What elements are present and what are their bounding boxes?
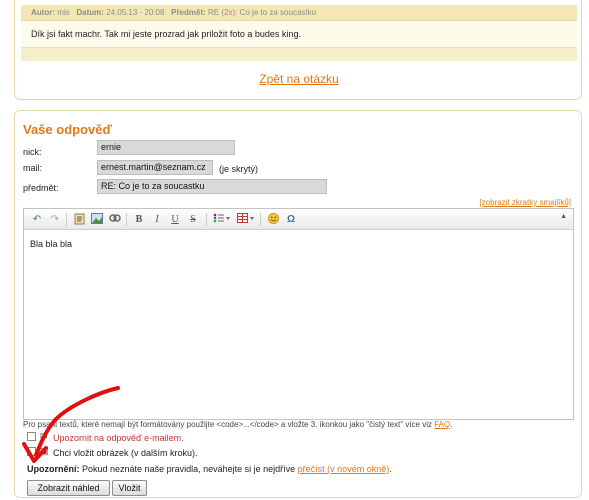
attach-image-checkbox[interactable] <box>27 447 36 456</box>
formatting-note: Pro psaní textů, které nemají být formát… <box>23 420 452 429</box>
camera-icon: ▣ <box>40 446 49 456</box>
answer-form: Vaše odpověď nick: ernie mail: ernest.ma… <box>14 110 582 498</box>
preview-button[interactable]: Zobrazit náhled <box>27 480 110 496</box>
faq-link[interactable]: FAQ <box>434 420 450 429</box>
author: mis <box>57 8 70 17</box>
message-meta: Autor: mis Datum: 24.05.13 - 20:08 Předm… <box>21 5 577 21</box>
toolbar-separator <box>206 213 207 226</box>
redo-icon[interactable]: ↷ <box>48 213 62 226</box>
italic-icon[interactable]: I <box>150 213 164 226</box>
paste-text-icon[interactable] <box>72 213 86 226</box>
link-icon[interactable] <box>108 213 122 226</box>
mail-label: mail: <box>23 163 43 173</box>
editor-toolbar: ↶ ↷ B I U S Ω ▲ <box>24 209 573 230</box>
date: 24.05.13 - 20:08 <box>106 8 165 17</box>
date-label: Datum: <box>76 8 104 17</box>
collapse-toolbar-icon[interactable]: ▲ <box>560 213 567 220</box>
subject-field-label: předmět: <box>23 183 59 193</box>
warning-text: Pokud neznáte naše pravidla, neváhejte s… <box>82 464 296 474</box>
mail-hint: (je skrytý) <box>219 164 258 174</box>
subject: RE (2x): Co je to za soucastku <box>208 8 317 17</box>
editor-content-area[interactable]: Bla bla bla <box>24 231 573 419</box>
read-rules-link[interactable]: přečíst (v novém okně) <box>298 464 390 474</box>
show-smiley-shortcuts-link[interactable]: [zobrazit zkratky smajlíků] <box>479 198 571 207</box>
bulleted-list-icon[interactable] <box>212 213 232 226</box>
image-icon[interactable] <box>90 213 104 226</box>
nick-label: nick: <box>23 147 42 157</box>
message-body: Dík jsi fakt machr. Tak mi jeste prozrad… <box>21 21 577 47</box>
mail-input[interactable]: ernest.martin@seznam.cz <box>97 160 213 175</box>
subject-input[interactable]: RE: Co je to za soucastku <box>97 179 327 194</box>
nick-input[interactable]: ernie <box>97 140 235 155</box>
undo-icon[interactable]: ↶ <box>30 213 44 226</box>
author-label: Autor: <box>31 8 55 17</box>
toolbar-separator <box>66 213 67 226</box>
attach-image-label: Chci vložit obrázek (v dalším kroku). <box>53 448 198 458</box>
notify-label: Upozornit na odpověď e-mailem. <box>53 433 184 443</box>
smiley-icon[interactable] <box>266 213 280 226</box>
toolbar-separator <box>260 213 261 226</box>
toolbar-separator <box>126 213 127 226</box>
submit-button[interactable]: Vložit <box>112 480 147 496</box>
bold-icon[interactable]: B <box>132 213 146 226</box>
underline-icon[interactable]: U <box>168 213 182 226</box>
back-to-question-link[interactable]: Zpět na otázku <box>15 72 583 86</box>
formatting-note-end: . <box>450 420 453 429</box>
subject-label: Předmět: <box>171 8 206 17</box>
table-icon[interactable] <box>236 213 256 226</box>
warning-end: . <box>389 464 392 474</box>
notify-checkbox[interactable] <box>27 432 36 441</box>
rules-warning: Upozornění: Pokud neznáte naše pravidla,… <box>27 464 392 474</box>
special-char-icon[interactable]: Ω <box>284 213 298 226</box>
warning-label: Upozornění: <box>27 464 80 474</box>
strikethrough-icon[interactable]: S <box>186 213 200 226</box>
answer-title: Vaše odpověď <box>23 122 112 137</box>
formatting-note-text: Pro psaní textů, které nemají být formát… <box>23 420 432 429</box>
message-panel: Autor: mis Datum: 24.05.13 - 20:08 Předm… <box>14 0 582 100</box>
message-footer <box>21 47 577 61</box>
email-notify-icon: ✉ <box>40 431 48 441</box>
rich-text-editor: ↶ ↷ B I U S Ω ▲ Bla bla bla <box>23 208 574 420</box>
